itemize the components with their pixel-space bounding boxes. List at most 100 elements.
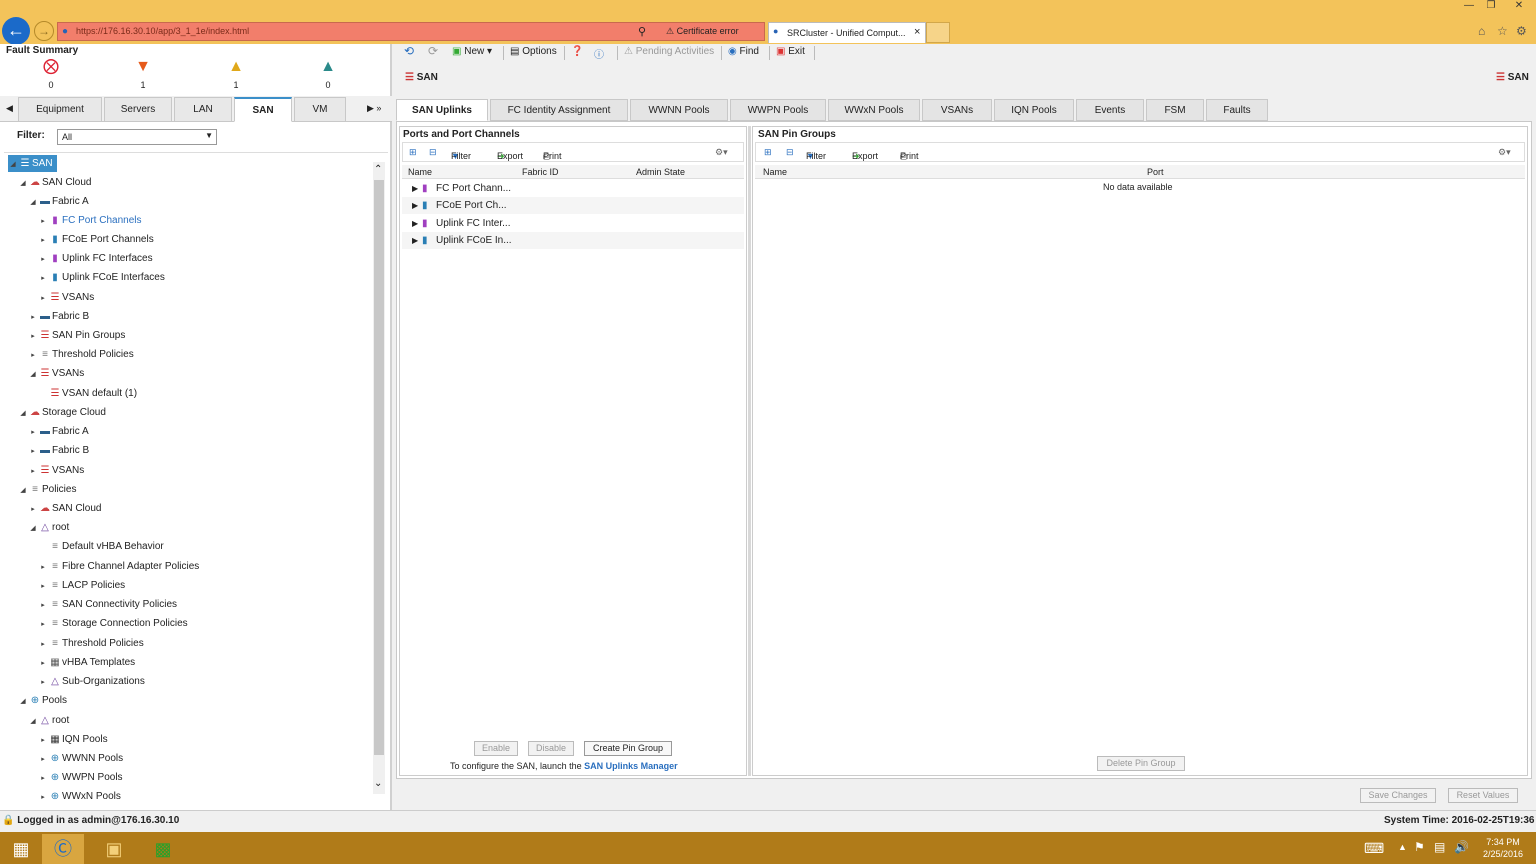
expand-icon[interactable]: ▸	[38, 290, 48, 307]
expand-icon[interactable]: ▸	[28, 347, 38, 364]
tabs-right-arrow-icon[interactable]: ▶ »	[367, 103, 381, 114]
tab-wwnn-pools[interactable]: WWNN Pools	[630, 99, 728, 121]
col-port[interactable]: Port	[1147, 167, 1164, 177]
volume-icon[interactable]: 🔊	[1454, 840, 1469, 854]
address-url[interactable]: https://176.16.30.10/app/3_1_1e/index.ht…	[76, 26, 249, 36]
tree-node-sub-organizations[interactable]: ▸ △ Sub-Organizations	[38, 673, 145, 690]
tree-node-vsans[interactable]: ▸ ☰ VSANs	[28, 462, 84, 479]
tree-node-pools[interactable]: ◢ ⊕ Pools	[18, 692, 67, 709]
expand-icon[interactable]: ▸	[38, 270, 48, 287]
expand-icon[interactable]: ▸	[38, 251, 48, 268]
save-changes-button[interactable]: Save Changes	[1360, 788, 1436, 803]
certificate-error[interactable]: ⚠ Certificate error	[666, 26, 739, 37]
expand-icon[interactable]: ◢	[18, 175, 28, 192]
tree-node-vhba-templates[interactable]: ▸ ▦ vHBA Templates	[38, 654, 135, 671]
tree-node-lacp-policies[interactable]: ▸ ≡ LACP Policies	[38, 577, 125, 594]
remove-icon[interactable]: ⊟	[429, 147, 437, 158]
tree-node-vsan-default[interactable]: ☰ VSAN default (1)	[38, 385, 138, 402]
clock[interactable]: 7:34 PM 2/25/2016	[1478, 836, 1528, 860]
settings-gear-icon[interactable]: ⚙	[1516, 24, 1527, 38]
table-row[interactable]: ▶ ▮ FCoE Port Ch...	[402, 197, 744, 214]
start-icon[interactable]: ▦	[0, 834, 42, 864]
new-button[interactable]: ▣ New ▾	[452, 46, 492, 57]
back-icon[interactable]: ←	[2, 17, 30, 45]
tab-wwxn-pools[interactable]: WWxN Pools	[828, 99, 920, 121]
remove-icon[interactable]: ⊟	[786, 147, 794, 158]
column-settings-icon[interactable]: ⚙▾	[715, 147, 728, 158]
disable-button[interactable]: Disable	[528, 741, 574, 756]
browser-tab[interactable]: ● SRCluster - Unified Comput... ×	[768, 22, 926, 43]
tab-equipment[interactable]: Equipment	[18, 97, 102, 122]
tab-lan[interactable]: LAN	[174, 97, 232, 122]
tree-node-iqn-pools[interactable]: ▸ ▦ IQN Pools	[38, 731, 107, 748]
expand-icon[interactable]: ▸	[28, 443, 38, 460]
expand-icon[interactable]: ◢	[8, 156, 18, 173]
tree-node-vsans[interactable]: ▸ ☰ VSANs	[38, 289, 94, 306]
tree-node-storage-cloud[interactable]: ◢ ☁ Storage Cloud	[18, 404, 106, 421]
tab-fc-identity-assignment[interactable]: FC Identity Assignment	[490, 99, 628, 121]
table-row[interactable]: ▶ ▮ Uplink FC Inter...	[402, 215, 744, 232]
warning-fault[interactable]: ▲ 0	[316, 58, 340, 90]
col-admin-state[interactable]: Admin State	[636, 167, 685, 177]
store-icon[interactable]: ▩	[142, 834, 184, 864]
expand-icon[interactable]: ▸	[38, 213, 48, 230]
expand-icon[interactable]: ▶	[412, 180, 418, 197]
tabs-left-arrow-icon[interactable]: ◀	[6, 103, 13, 114]
add-icon[interactable]: ⊞	[764, 147, 772, 158]
flag-icon[interactable]: ⚑	[1414, 840, 1425, 854]
critical-fault[interactable]: ⨂ 0	[39, 58, 63, 90]
search-icon[interactable]: ⚲	[638, 25, 646, 38]
tab-vsans[interactable]: VSANs	[922, 99, 992, 121]
column-settings-icon[interactable]: ⚙▾	[1498, 147, 1511, 158]
tree-node-fc-port-channels[interactable]: ▸ ▮ FC Port Channels	[38, 212, 141, 229]
expand-icon[interactable]: ◢	[28, 194, 38, 211]
expand-icon[interactable]: ▸	[38, 789, 48, 806]
minimize-button[interactable]: —	[1458, 0, 1480, 14]
scroll-down-icon[interactable]: ⌄	[374, 778, 382, 789]
tree-node-san[interactable]: ◢ ☰ SAN	[8, 155, 57, 172]
delete-pin-group-button[interactable]: Delete Pin Group	[1097, 756, 1185, 771]
add-icon[interactable]: ⊞	[409, 147, 417, 158]
expand-icon[interactable]: ◢	[18, 482, 28, 499]
ie-taskbar-icon[interactable]: Ⓒ	[42, 834, 84, 864]
tab-faults[interactable]: Faults	[1206, 99, 1268, 121]
table-row[interactable]: ▶ ▮ FC Port Chann...	[402, 180, 744, 197]
tree-node-fabric-a[interactable]: ◢ ▬ Fabric A	[28, 193, 88, 211]
pending-activities-button[interactable]: ⚠ Pending Activities	[624, 46, 714, 57]
expand-icon[interactable]: ▸	[28, 424, 38, 441]
tab-san-uplinks[interactable]: SAN Uplinks	[396, 99, 488, 121]
tree-node-policies[interactable]: ◢ ≡ Policies	[18, 481, 76, 498]
tab-iqn-pools[interactable]: IQN Pools	[994, 99, 1074, 121]
expand-icon[interactable]: ▸	[38, 674, 48, 691]
expand-icon[interactable]: ▸	[28, 501, 38, 518]
scrollbar-thumb[interactable]	[374, 180, 384, 755]
tab-servers[interactable]: Servers	[104, 97, 172, 122]
expand-icon[interactable]: ▶	[412, 232, 418, 249]
expand-icon[interactable]: ◢	[28, 713, 38, 730]
address-bar[interactable]: ● https://176.16.30.10/app/3_1_1e/index.…	[57, 22, 765, 41]
col-fabric-id[interactable]: Fabric ID	[522, 167, 559, 177]
expand-icon[interactable]: ◢	[28, 520, 38, 537]
tree-node-wwnn-pools[interactable]: ▸ ⊕ WWNN Pools	[38, 750, 123, 767]
tree-node-vsans[interactable]: ◢ ☰ VSANs	[28, 365, 84, 382]
help-icon[interactable]: ❓	[571, 46, 583, 57]
nav-back-icon[interactable]: ⟲	[404, 44, 414, 58]
expand-icon[interactable]: ▸	[38, 770, 48, 787]
col-name[interactable]: Name	[763, 167, 787, 177]
tree-node-wwpn-pools[interactable]: ▸ ⊕ WWPN Pools	[38, 769, 122, 787]
favorites-icon[interactable]: ☆	[1497, 24, 1508, 38]
explorer-icon[interactable]: ▣	[93, 834, 135, 864]
keyboard-icon[interactable]: ⌨	[1364, 840, 1384, 857]
tree-node-threshold-policies[interactable]: ▸ ≡ Threshold Policies	[38, 635, 143, 652]
home-icon[interactable]: ⌂	[1478, 24, 1485, 38]
tab-fsm[interactable]: FSM	[1146, 99, 1204, 121]
nav-forward-icon[interactable]: ⟳	[428, 44, 438, 58]
info-icon[interactable]: ⓘ	[594, 46, 604, 61]
tree-node-root[interactable]: ◢ △ root	[28, 519, 69, 536]
col-name[interactable]: Name	[408, 167, 432, 177]
enable-button[interactable]: Enable	[474, 741, 518, 756]
tree-node-wwxn-pools[interactable]: ▸ ⊕ WWxN Pools	[38, 788, 121, 805]
expand-icon[interactable]: ◢	[18, 693, 28, 710]
forward-icon[interactable]: →	[34, 21, 54, 41]
tree-node-storage-connection-policies[interactable]: ▸ ≡ Storage Connection Policies	[38, 615, 187, 632]
